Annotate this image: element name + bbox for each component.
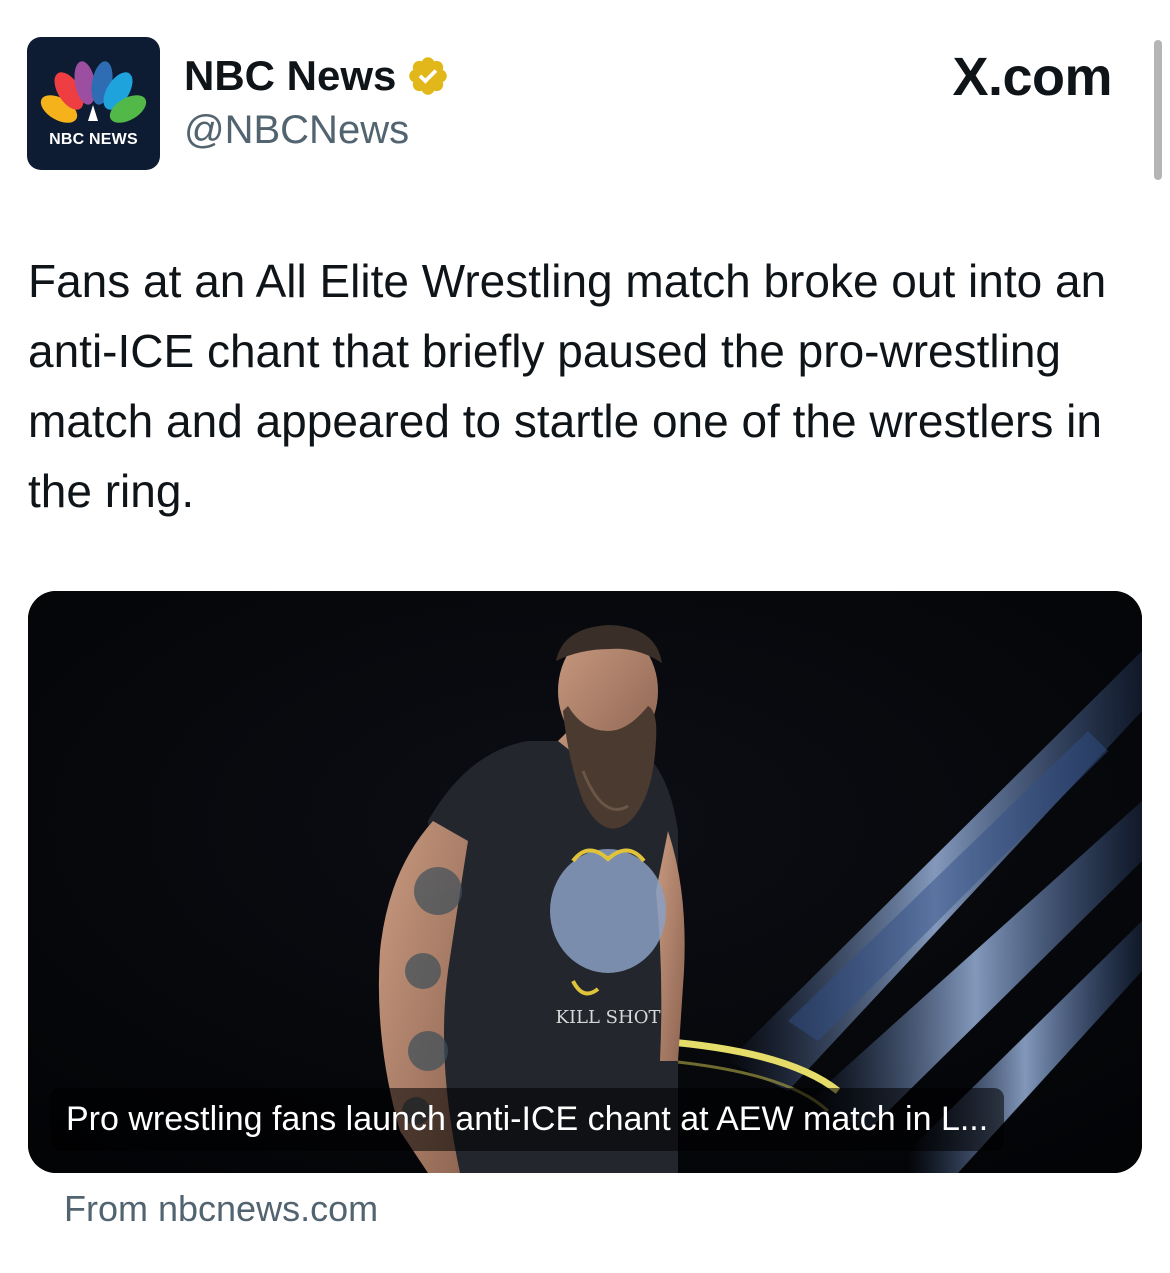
post-text: Fans at an All Elite Wrestling match bro… [28,255,1107,517]
link-card-caption: Pro wrestling fans launch anti-ICE chant… [50,1088,1005,1151]
author-avatar[interactable]: NBC NEWS [27,37,160,170]
nbc-peacock-icon [40,61,147,123]
author-name-row: NBC News [184,52,450,100]
link-card[interactable]: KILL SHOT Pro wrestling fans launch anti… [28,591,1142,1173]
avatar-label: NBC NEWS [49,131,138,148]
scrollbar[interactable] [1154,40,1162,180]
author-display-name[interactable]: NBC News [184,52,396,100]
verified-badge-icon [409,57,448,95]
link-source[interactable]: From nbcnews.com [64,1188,378,1230]
article-photo: KILL SHOT [28,591,1142,1173]
shirt-text: KILL SHOT [556,1007,661,1028]
site-label: X.com [952,47,1112,107]
author-handle[interactable]: @NBCNews [184,108,409,153]
